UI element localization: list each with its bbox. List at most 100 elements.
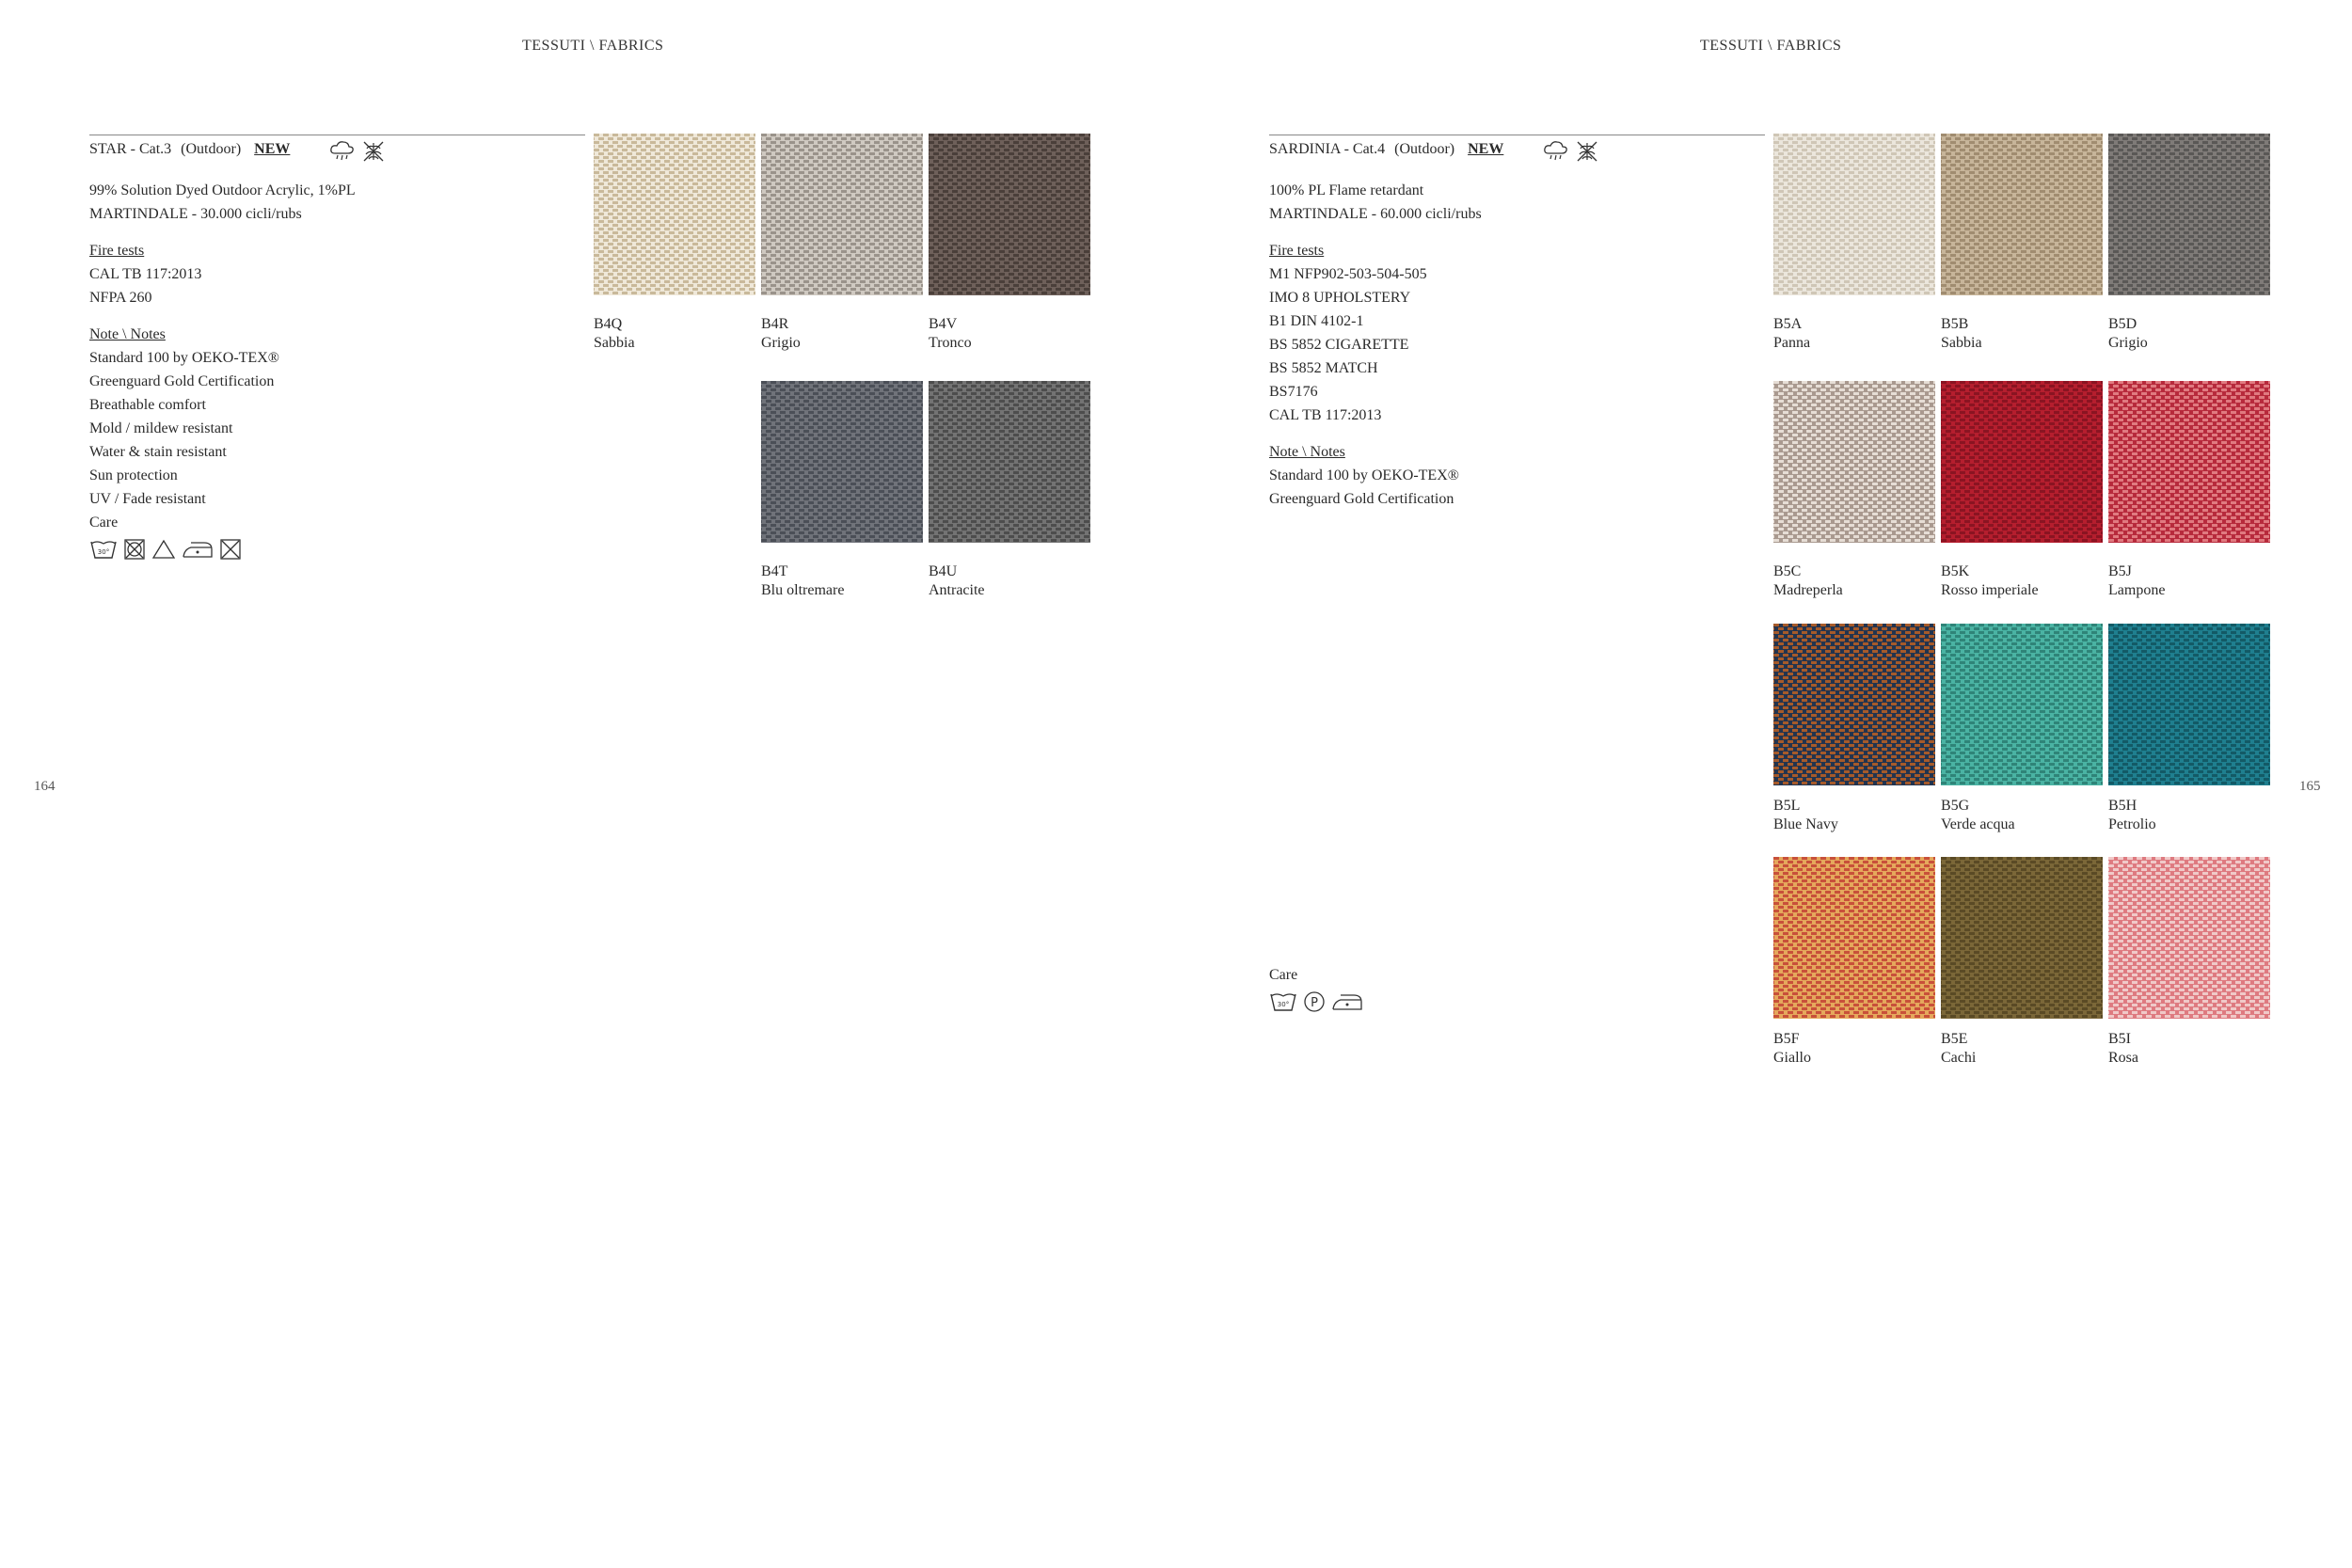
swatch-name: Rosa [2108,1050,2138,1066]
note-item: Greenguard Gold Certification [89,373,275,389]
fire-test-item: M1 NFP902-503-504-505 [1269,266,1427,282]
swatch-code: B5H [2108,798,2137,814]
fabric-name: SARDINIA - Cat.4 [1269,141,1386,157]
left-fabric-title: STAR - Cat.3 (Outdoor) NEW [89,141,290,158]
swatch-code: B5L [1773,798,1801,814]
fabric-swatch[interactable] [761,134,923,295]
fire-test-item: BS 5852 CIGARETTE [1269,337,1409,353]
left-care-icons: 30° [89,538,372,568]
iron-icon [182,538,214,568]
swatch-name: Blue Navy [1773,816,1838,832]
fabric-swatch[interactable] [1773,624,1935,785]
swatch-label: B5G Verde acqua [1941,797,2015,834]
swatch-label: B5L Blue Navy [1773,797,1838,834]
swatch-code: B5G [1941,798,1970,814]
note-item: Sun protection [89,467,178,483]
fire-tests-title: Fire tests [89,243,145,259]
swatch-label: B5A Panna [1773,315,1810,353]
swatch-label: B5D Grigio [2108,315,2148,353]
note-item: Mold / mildew resistant [89,420,233,436]
left-page-header: TESSUTI \ FABRICS [522,38,664,54]
fabric-swatch[interactable] [1773,381,1935,543]
swatch-code: B5E [1941,1031,1968,1047]
composition-line: 99% Solution Dyed Outdoor Acrylic, 1%PL [89,182,356,198]
no-dry-clean-icon [219,538,242,568]
note-item: Greenguard Gold Certification [1269,491,1454,507]
swatch-code: B4T [761,563,788,579]
wash-30-icon: 30° [89,538,118,568]
swatch-code: B5B [1941,316,1969,332]
swatch-code: B5J [2108,563,2132,579]
fabric-swatch[interactable] [2108,624,2270,785]
swatch-label: B5K Rosso imperiale [1941,562,2039,600]
right-fabric-title: SARDINIA - Cat.4 (Outdoor) NEW [1269,141,1503,158]
care-title: Care [1269,967,1298,983]
swatch-code: B5C [1773,563,1802,579]
fabric-swatch[interactable] [929,381,1090,543]
fabric-swatch[interactable] [2108,857,2270,1019]
rain-resistant-icon [1543,139,1569,168]
note-item: Water & stain resistant [89,444,227,460]
fabric-swatch[interactable] [2108,381,2270,543]
swatch-code: B5A [1773,316,1803,332]
right-feature-icons [1543,139,1599,168]
swatch-label: B5E Cachi [1941,1030,1976,1068]
swatch-name: Lampone [2108,582,2166,598]
fire-test-item: IMO 8 UPHOLSTERY [1269,290,1411,306]
fabric-swatch[interactable] [1941,857,2103,1019]
swatch-code: B4R [761,316,789,332]
martindale-line: MARTINDALE - 30.000 cicli/rubs [89,206,302,222]
new-badge: NEW [254,141,291,157]
swatch-name: Sabbia [1941,335,1982,351]
svg-text:30°: 30° [1278,1001,1289,1008]
right-fabric-specs: 100% PL Flame retardant MARTINDALE - 60.… [1269,179,1570,511]
fabric-category: (Outdoor) [181,141,242,157]
fabric-swatch[interactable] [1941,624,2103,785]
fire-test-item: BS7176 [1269,384,1318,400]
swatch-name: Tronco [929,335,972,351]
fabric-swatch[interactable] [1773,857,1935,1019]
right-page-number: 165 [2299,779,2321,794]
fabric-swatch[interactable] [1941,381,2103,543]
notes-title: Note \ Notes [89,326,166,342]
swatch-label: B4R Grigio [761,315,801,353]
fabric-name: STAR - Cat.3 [89,141,172,157]
fabric-swatch[interactable] [929,134,1090,295]
swatch-name: Blu oltremare [761,582,845,598]
svg-text:P: P [1311,996,1318,1010]
swatch-name: Verde acqua [1941,816,2015,832]
swatch-code: B5D [2108,316,2137,332]
note-item: UV / Fade resistant [89,491,206,507]
composition-line: 100% PL Flame retardant [1269,182,1424,198]
swatch-label: B4U Antracite [929,562,985,600]
fire-tests-title: Fire tests [1269,243,1325,259]
fabric-swatch[interactable] [1773,134,1935,295]
fabric-category: (Outdoor) [1394,141,1455,157]
left-feature-icons [329,139,386,168]
swatch-code: B5K [1941,563,1970,579]
dry-clean-p-icon: P [1303,990,1326,1021]
no-mold-icon [1575,139,1599,168]
swatch-code: B4Q [594,316,623,332]
no-mold-icon [361,139,386,168]
swatch-name: Giallo [1773,1050,1811,1066]
fabric-swatch[interactable] [594,134,755,295]
swatch-label: B5H Petrolio [2108,797,2156,834]
swatch-name: Panna [1773,335,1811,351]
left-page-number: 164 [34,779,56,794]
note-item: Standard 100 by OEKO-TEX® [89,350,279,366]
swatch-label: B4Q Sabbia [594,315,635,353]
fabric-swatch[interactable] [1941,134,2103,295]
swatch-name: Antracite [929,582,985,598]
notes-title: Note \ Notes [1269,444,1345,460]
fabric-swatch[interactable] [761,381,923,543]
swatch-label: B4V Tronco [929,315,972,353]
swatch-name: Sabbia [594,335,635,351]
note-item: Breathable comfort [89,397,206,413]
swatch-name: Rosso imperiale [1941,582,2039,598]
swatch-name: Grigio [2108,335,2148,351]
swatch-label: B5C Madreperla [1773,562,1843,600]
fabric-swatch[interactable] [2108,134,2270,295]
no-tumble-dry-icon [123,538,146,568]
swatch-label: B4T Blu oltremare [761,562,844,600]
